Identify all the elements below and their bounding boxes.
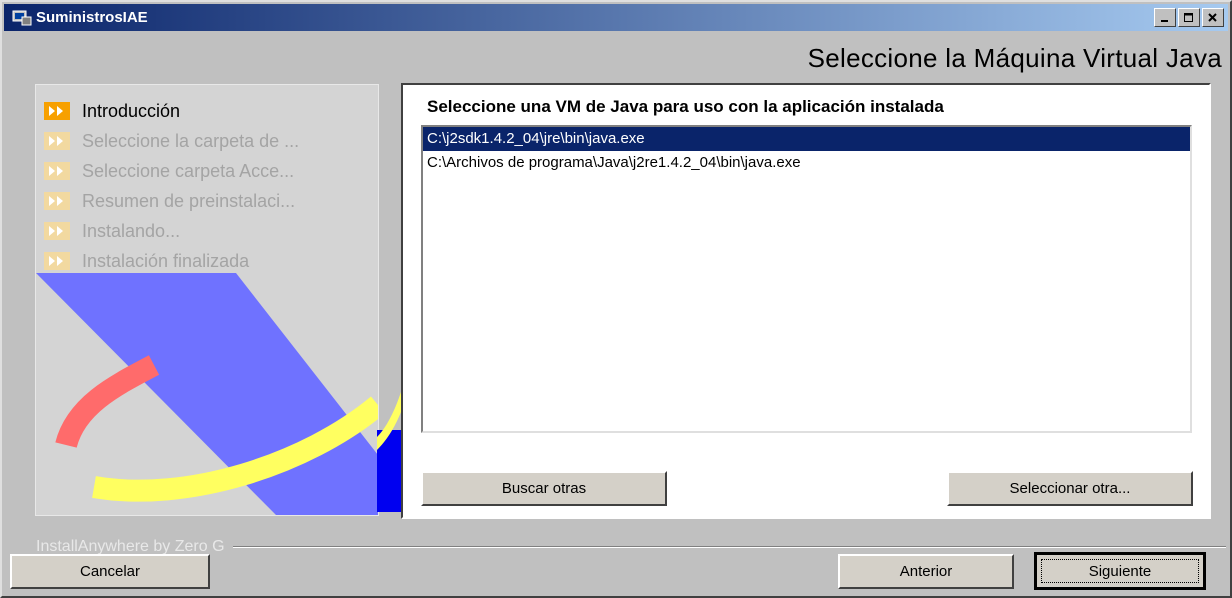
step-label: Instalando... [82,220,181,241]
arrow-forward-icon [44,132,70,150]
step-label: Introducción [82,100,181,121]
step-introduccion: Introducción [44,96,299,126]
maximize-button[interactable] [1178,8,1200,27]
arrow-forward-icon [44,252,70,270]
page-title: Seleccione la Máquina Virtual Java [807,43,1222,73]
steps-sidebar: Introducción Seleccione la carpeta de ..… [35,84,379,516]
minimize-icon [1161,19,1168,22]
installer-window: SuministrosIAE Seleccione la Máquina Vir… [0,0,1232,598]
panel-title: Seleccione una VM de Java para uso con l… [427,97,944,116]
window-controls [1152,8,1224,27]
arrow-forward-icon [44,102,70,120]
step-label: Instalación finalizada [82,250,250,271]
step-resumen-preinstalacion: Resumen de preinstalaci... [44,186,299,216]
arrow-forward-icon [44,222,70,240]
step-seleccione-carpeta-acceso: Seleccione carpeta Acce... [44,156,299,186]
close-icon [1208,12,1217,22]
search-other-button[interactable]: Buscar otras [421,471,667,506]
steps-list: Introducción Seleccione la carpeta de ..… [44,96,299,276]
main-panel: Seleccione una VM de Java para uso con l… [401,83,1211,519]
step-instalacion-finalizada: Instalación finalizada [44,246,299,276]
arrow-forward-icon [44,192,70,210]
step-label: Resumen de preinstalaci... [82,190,296,211]
close-button[interactable] [1202,8,1224,27]
step-label: Seleccione carpeta Acce... [82,160,295,181]
minimize-button[interactable] [1154,8,1176,27]
step-instalando: Instalando... [44,216,299,246]
maximize-icon [1184,12,1193,22]
arrow-forward-icon [44,162,70,180]
vm-list-item[interactable]: C:\Archivos de programa\Java\j2re1.4.2_0… [423,151,1190,175]
vm-listbox[interactable]: C:\j2sdk1.4.2_04\jre\bin\java.exe C:\Arc… [421,125,1192,433]
app-icon [12,9,32,27]
page-header: Seleccione la Máquina Virtual Java [10,35,1226,79]
select-other-button[interactable]: Seleccionar otra... [947,471,1193,506]
step-label: Seleccione la carpeta de ... [82,130,300,151]
divider [232,546,1226,548]
vm-list-item[interactable]: C:\j2sdk1.4.2_04\jre\bin\java.exe [423,127,1190,151]
title-bar[interactable]: SuministrosIAE [4,4,1228,31]
focus-ring [1041,559,1199,583]
next-button[interactable]: Siguiente [1034,552,1206,590]
step-seleccione-carpeta: Seleccione la carpeta de ... [44,126,299,156]
cancel-button[interactable]: Cancelar [10,554,210,589]
logo-edge [377,392,401,512]
previous-button[interactable]: Anterior [838,554,1014,589]
window-title: SuministrosIAE [36,9,148,26]
